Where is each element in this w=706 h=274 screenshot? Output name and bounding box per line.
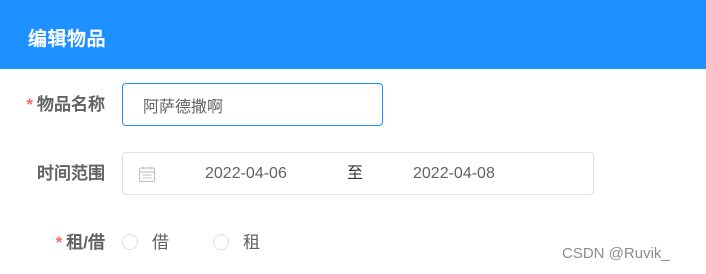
- item-name-input[interactable]: [123, 84, 382, 125]
- watermark: CSDN @Ruvik_: [562, 245, 670, 262]
- radio-borrow-label: 借: [152, 233, 169, 252]
- radio-rent[interactable]: 租: [213, 221, 260, 264]
- date-range-picker[interactable]: 2022-04-06 至 2022-04-08: [122, 152, 594, 195]
- item-name-label: * 物品名称: [26, 83, 105, 126]
- end-date-input[interactable]: 2022-04-08: [413, 153, 495, 194]
- rent-borrow-label: * 租/借: [56, 221, 105, 264]
- date-range-separator: 至: [347, 165, 364, 182]
- radio-rent-circle[interactable]: [213, 233, 229, 250]
- item-name-label-text: 物品名称: [37, 95, 105, 114]
- radio-rent-label: 租: [243, 233, 260, 252]
- dialog-header: 编辑物品: [0, 0, 706, 69]
- item-name-input-wrapper[interactable]: [122, 83, 383, 126]
- start-date-input[interactable]: 2022-04-06: [205, 153, 287, 194]
- radio-borrow-circle[interactable]: [122, 233, 138, 250]
- calendar-icon: [138, 166, 156, 183]
- rent-borrow-label-text: 租/借: [66, 233, 105, 252]
- time-range-label: 时间范围: [37, 164, 105, 183]
- radio-borrow[interactable]: 借: [122, 221, 169, 264]
- form-row-item-name: * 物品名称: [0, 83, 706, 126]
- dialog-title: 编辑物品: [28, 29, 107, 50]
- form-row-time-range: 时间范围 2022-04-06 至 2022-04-08: [0, 152, 706, 195]
- required-mark: *: [55, 233, 63, 252]
- edit-item-dialog: 编辑物品 *物品名称 时间范围 2022-04-06 至 2022-04-08: [0, 0, 706, 274]
- required-mark: *: [26, 95, 33, 114]
